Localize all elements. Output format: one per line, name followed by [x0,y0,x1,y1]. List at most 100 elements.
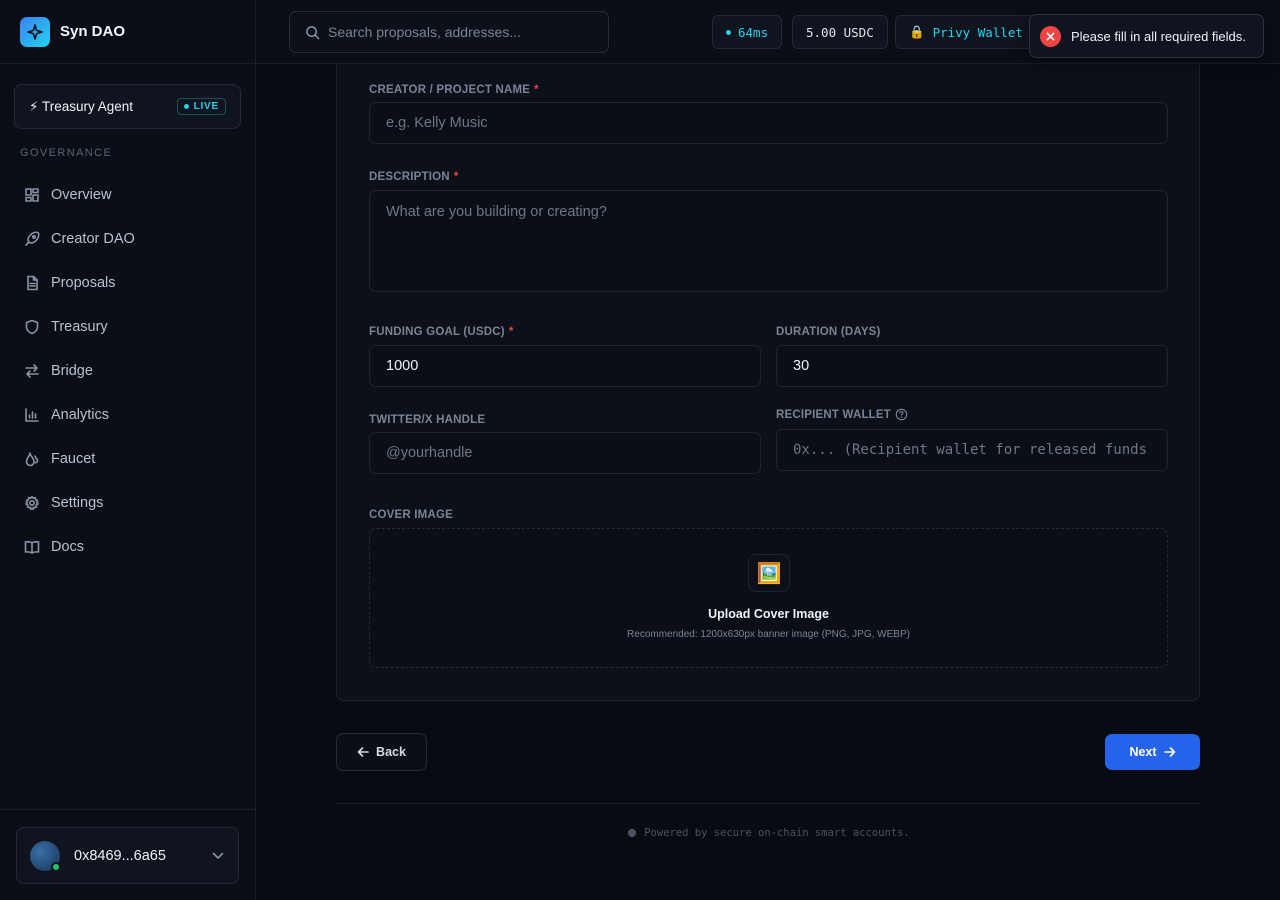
avatar [30,840,61,872]
governance-section-label: GOVERNANCE [20,147,113,159]
cover-image-dropzone[interactable]: 🖼️ Upload Cover Image Recommended: 1200x… [369,528,1168,668]
live-badge-text: LIVE [193,101,219,112]
droplet-icon [25,452,39,467]
footer-divider [336,803,1200,804]
live-badge: LIVE [176,98,226,115]
error-toast[interactable]: Please fill in all required fields. [1029,14,1264,58]
creator-placeholder: e.g. Kelly Music [386,115,488,131]
wallet-label: Privy Wallet ( [932,24,1038,40]
funding-goal-value: 1000 [386,358,419,374]
document-icon [27,275,38,291]
description-textarea[interactable]: What are you building or creating? [369,190,1168,292]
rocket-icon [25,231,40,246]
footer-text: Powered by secure on-chain smart account… [644,827,910,839]
sidebar-item-settings[interactable]: Settings [12,481,244,525]
funding-goal-label: FUNDING GOAL (USDC) * [369,326,514,338]
sidebar-item-label: Overview [51,187,112,203]
sidebar-item-label: Proposals [51,275,116,291]
gear-icon [627,828,637,838]
duration-label: DURATION (DAYS) [776,326,881,338]
sidebar-item-label: Bridge [51,363,93,379]
gear-icon [25,495,39,510]
sidebar-item-label: Faucet [51,451,96,467]
account-switcher[interactable]: 0x8469...6a65 [16,827,239,884]
search-icon [306,25,320,39]
lock-icon: 🔒 [909,24,925,39]
creator-name-input[interactable]: e.g. Kelly Music [369,102,1168,144]
sidebar-item-faucet[interactable]: Faucet [12,437,244,481]
latency-indicator: 64ms [712,15,783,49]
proposal-form-card: CREATOR / PROJECT NAME * e.g. Kelly Musi… [336,64,1200,701]
sidebar-item-label: Creator DAO [51,231,135,247]
sidebar-item-proposals[interactable]: Proposals [12,261,244,305]
duration-value: 30 [793,358,810,374]
arrow-right-icon [1163,747,1175,757]
sidebar-item-label: Settings [51,495,104,511]
recipient-label-text: RECIPIENT WALLET [776,408,892,421]
twitter-label: TWITTER/X HANDLE [369,414,485,426]
sidebar-item-treasury[interactable]: Treasury [12,305,244,349]
next-button[interactable]: Next [1105,734,1200,770]
shield-icon [25,319,39,335]
book-icon [24,540,40,554]
help-icon[interactable] [895,408,908,421]
recipient-wallet-label: RECIPIENT WALLET [776,408,908,421]
grid-icon [25,188,39,202]
description-placeholder: What are you building or creating? [386,204,607,220]
upload-hint: Recommended: 1200x630px banner image (PN… [627,629,910,640]
twitter-handle-input[interactable]: @yourhandle [369,432,761,474]
creator-label: CREATOR / PROJECT NAME * [369,84,539,96]
error-icon [1040,25,1061,47]
twitter-placeholder: @yourhandle [386,445,473,461]
latency-dot-icon [726,29,731,35]
latency-value: 64ms [738,24,769,40]
funding-goal-input[interactable]: 1000 [369,345,761,387]
chevron-down-icon [212,852,224,859]
picture-emoji: 🖼️ [756,562,782,585]
balance-value: 5.00 USDC [806,24,874,40]
duration-input[interactable]: 30 [776,345,1168,387]
required-marker: * [453,171,459,183]
description-label-text: DESCRIPTION [369,171,450,183]
description-label: DESCRIPTION * [369,171,458,183]
arrow-left-icon [357,747,369,757]
sidebar: Syn DAO ⚡ Treasury Agent LIVE GOVERNANCE… [0,0,256,900]
user-area: 0x8469...6a65 [0,809,256,900]
cover-image-label: COVER IMAGE [369,509,453,521]
user-address: 0x8469...6a65 [74,847,166,864]
sidebar-item-label: Docs [51,539,85,555]
picture-icon: 🖼️ [748,554,790,592]
sidebar-item-label: Treasury [51,319,108,335]
twitter-label-text: TWITTER/X HANDLE [369,414,486,426]
required-marker: * [508,326,514,338]
arrows-icon [25,364,39,378]
funding-label-text: FUNDING GOAL (USDC) [369,326,505,338]
recipient-placeholder: 0x... (Recipient wallet for released fun… [793,442,1148,458]
upload-title: Upload Cover Image [708,607,829,621]
sidebar-item-docs[interactable]: Docs [12,525,244,569]
live-dot-icon [183,104,189,109]
treasury-agent-card[interactable]: ⚡ Treasury Agent LIVE [14,84,241,129]
brand[interactable]: Syn DAO [0,0,255,64]
sidebar-item-label: Analytics [51,407,110,423]
duration-label-text: DURATION (DAYS) [776,326,881,338]
required-marker: * [534,84,539,96]
cover-label-text: COVER IMAGE [369,509,453,521]
recipient-wallet-input[interactable]: 0x... (Recipient wallet for released fun… [776,429,1168,471]
sidebar-item-overview[interactable]: Overview [12,173,244,217]
sidebar-item-bridge[interactable]: Bridge [12,349,244,393]
brand-name: Syn DAO [60,23,126,40]
back-button[interactable]: Back [336,733,427,771]
treasury-agent-label: ⚡ Treasury Agent [29,98,134,114]
search-input[interactable]: Search proposals, addresses... [289,11,609,53]
online-status-icon [51,861,61,872]
search-placeholder: Search proposals, addresses... [328,24,521,40]
sidebar-item-creator-dao[interactable]: Creator DAO [12,217,244,261]
next-label: Next [1129,745,1157,759]
sparkle-icon [20,16,50,47]
usdc-balance[interactable]: 5.00 USDC [792,15,888,49]
bar-chart-icon [25,408,39,422]
sidebar-item-analytics[interactable]: Analytics [12,393,244,437]
creator-label-text: CREATOR / PROJECT NAME [369,84,531,96]
back-label: Back [376,745,406,759]
